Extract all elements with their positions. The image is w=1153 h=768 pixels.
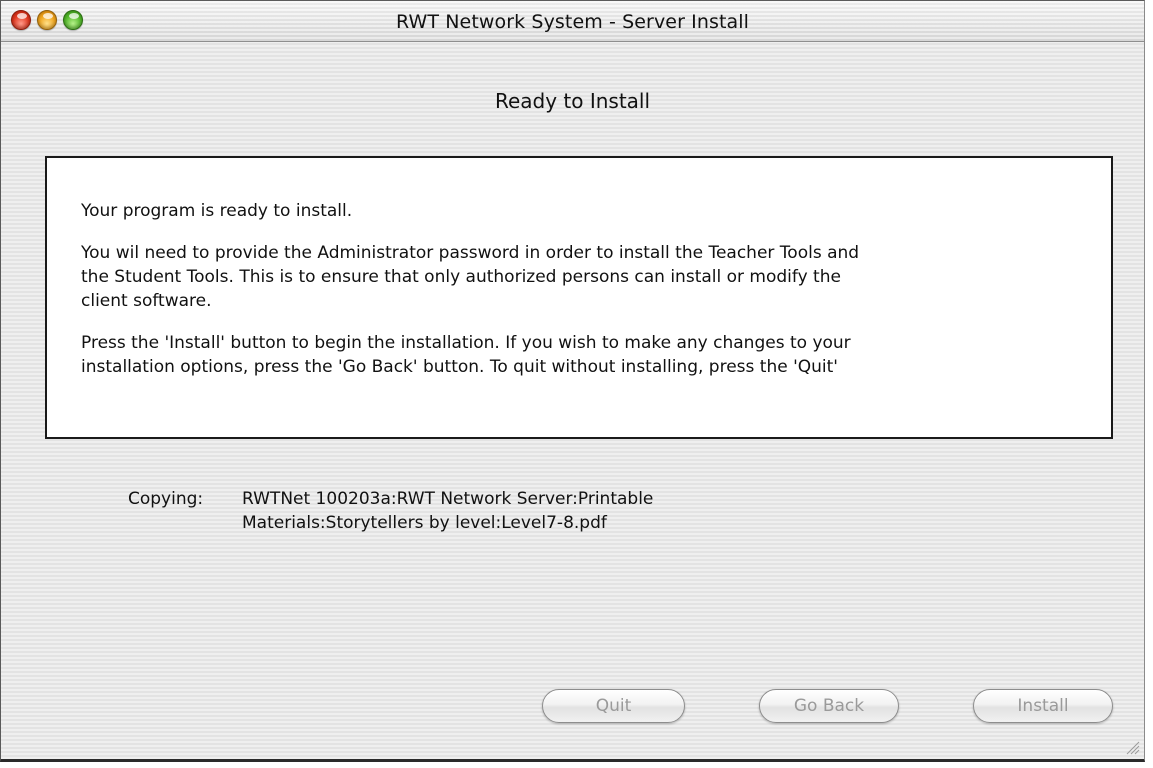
install-button[interactable]: Install <box>973 689 1113 723</box>
quit-button[interactable]: Quit <box>542 689 685 723</box>
go-back-button[interactable]: Go Back <box>759 689 899 723</box>
page-heading: Ready to Install <box>494 89 651 113</box>
copying-label: Copying: <box>128 489 204 509</box>
message-paragraph-instructions: Press the 'Install' button to begin the … <box>81 333 851 377</box>
installer-window: RWT Network System - Server Install Read… <box>0 0 1145 762</box>
window-title: RWT Network System - Server Install <box>395 11 750 33</box>
message-panel: Your program is ready to install. You wi… <box>45 156 1113 439</box>
title-bar[interactable]: RWT Network System - Server Install <box>1 1 1144 42</box>
copying-file-path: RWTNet 100203a:RWT Network Server:Printa… <box>242 489 654 533</box>
resize-grip-icon[interactable] <box>1124 739 1140 755</box>
message-paragraph-ready: Your program is ready to install. <box>81 201 353 221</box>
message-paragraph-password: You wil need to provide the Administrato… <box>81 243 860 311</box>
